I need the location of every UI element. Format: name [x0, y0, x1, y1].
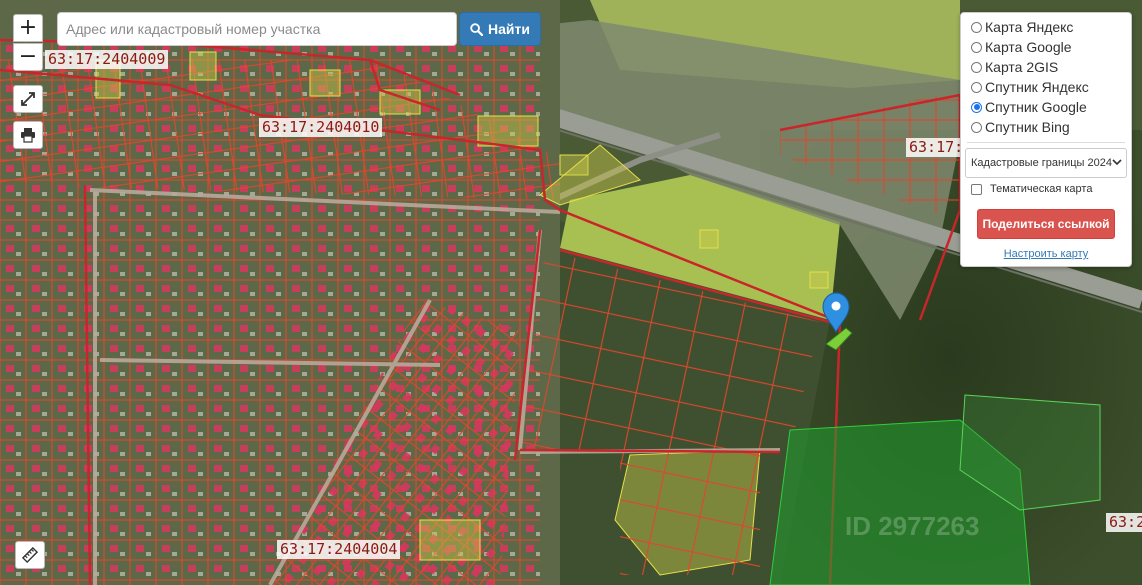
radio-button-selected[interactable]	[971, 101, 982, 113]
layer-option-label: Спутник Google	[985, 99, 1087, 115]
cadastral-label: 63:17:2404004	[277, 540, 401, 559]
zoom-out-button[interactable]: −	[13, 43, 43, 71]
cadastral-label: 63:17:	[906, 138, 967, 157]
thematic-map-toggle[interactable]: Тематическая карта	[971, 183, 1092, 195]
radio-button[interactable]	[971, 81, 982, 93]
thematic-map-checkbox[interactable]	[971, 183, 982, 195]
fullscreen-button[interactable]	[13, 85, 43, 113]
search-input[interactable]	[57, 12, 457, 46]
borders-select[interactable]: Кадастровые границы 2024	[965, 148, 1127, 178]
print-button[interactable]	[13, 121, 43, 149]
search-button-label: Найти	[488, 21, 530, 37]
search-icon	[470, 22, 484, 36]
layer-option-google-map[interactable]: Карта Google	[971, 37, 1089, 57]
layer-option-label: Спутник Bing	[985, 119, 1070, 135]
layer-option-label: Карта Яндекс	[985, 19, 1074, 35]
layer-option-2gis-map[interactable]: Карта 2GIS	[971, 57, 1089, 77]
map-watermark: ID 2977263	[845, 511, 979, 541]
cadastral-label: 63:17:2404010	[259, 118, 383, 137]
radio-button[interactable]	[971, 41, 982, 53]
borders-select-value: Кадастровые границы 2024	[971, 157, 1112, 169]
layer-option-label: Карта Google	[985, 39, 1072, 55]
radio-button[interactable]	[971, 21, 982, 33]
chevron-down-icon	[1112, 159, 1122, 166]
layer-panel: Карта Яндекс Карта Google Карта 2GIS Спу…	[960, 12, 1132, 267]
search-button[interactable]: Найти	[459, 12, 541, 46]
parcel-grid-yellow-area	[620, 450, 760, 575]
share-link-button[interactable]: Поделиться ссылкой	[977, 209, 1115, 239]
layer-option-label: Спутник Яндекс	[985, 79, 1089, 95]
search-bar: Найти	[57, 12, 541, 46]
configure-map-link[interactable]: Настроить карту	[961, 248, 1131, 260]
layer-option-yandex-map[interactable]: Карта Яндекс	[971, 17, 1089, 37]
radio-button[interactable]	[971, 121, 982, 133]
thematic-map-label: Тематическая карта	[990, 183, 1093, 195]
ruler-icon	[22, 547, 38, 563]
cadastral-label: 63:17:2404009	[45, 50, 169, 69]
layer-option-bing-satellite[interactable]: Спутник Bing	[971, 117, 1089, 137]
zoom-in-button[interactable]: +	[13, 14, 43, 42]
layer-list: Карта Яндекс Карта Google Карта 2GIS Спу…	[961, 17, 1089, 137]
ruler-button[interactable]	[15, 541, 45, 569]
cadastral-label: 63:2	[1106, 513, 1142, 532]
panel-divider	[967, 142, 1125, 143]
radio-button[interactable]	[971, 61, 982, 73]
layer-option-label: Карта 2GIS	[985, 59, 1059, 75]
printer-icon	[21, 128, 35, 143]
layer-option-google-satellite[interactable]: Спутник Google	[971, 97, 1089, 117]
layer-option-yandex-satellite[interactable]: Спутник Яндекс	[971, 77, 1089, 97]
expand-icon	[21, 92, 35, 106]
